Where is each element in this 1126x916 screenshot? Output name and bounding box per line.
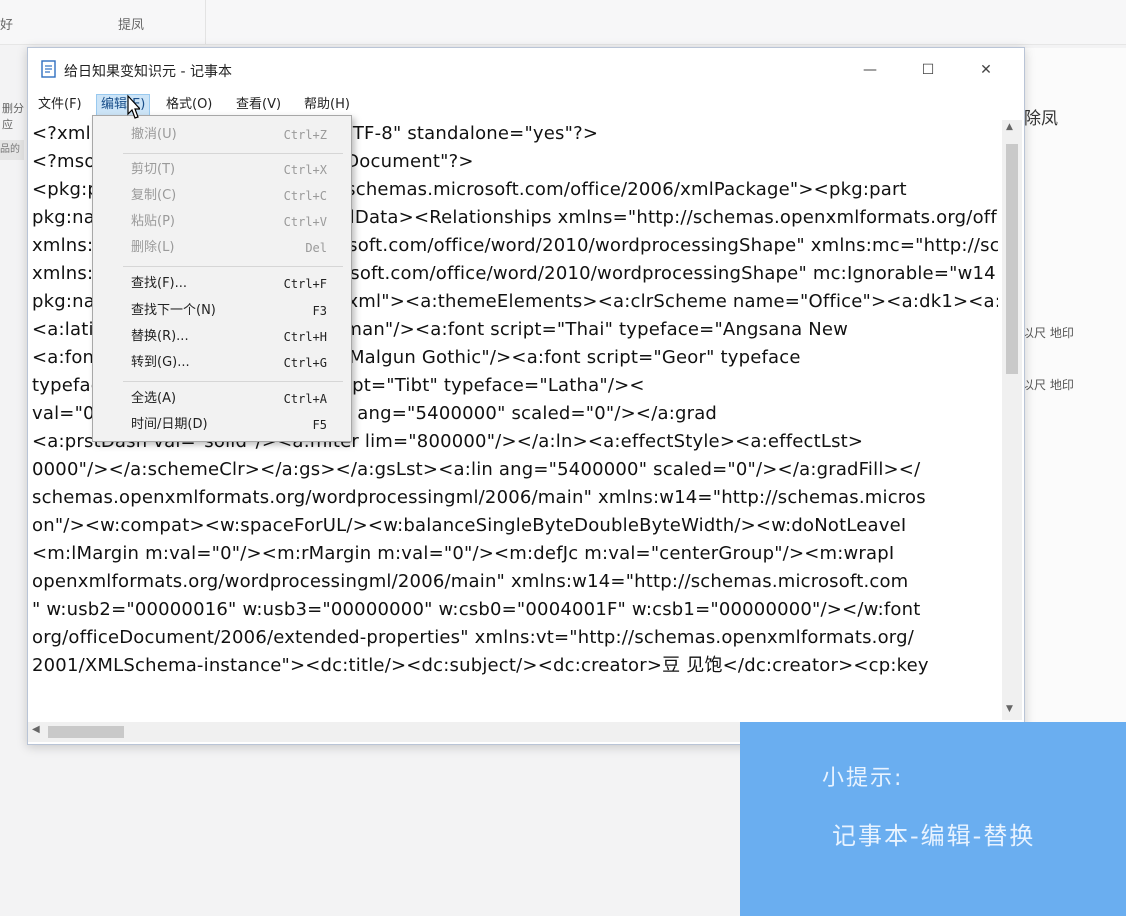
edit-menu-dropdown: 撤消(U) Ctrl+Z 剪切(T) Ctrl+X 复制(C) Ctrl+C 粘… bbox=[92, 115, 352, 442]
menu-item-label: 撤消(U) bbox=[131, 127, 177, 142]
vertical-scrollbar[interactable]: ▲ ▼ bbox=[1002, 120, 1022, 720]
horizontal-scroll-thumb[interactable] bbox=[48, 726, 124, 738]
menu-item-shortcut: Ctrl+C bbox=[283, 189, 327, 203]
editor-line: " w:usb2="00000016" w:usb3="00000000" w:… bbox=[32, 599, 921, 620]
menu-item-shortcut: Ctrl+A bbox=[283, 392, 327, 406]
scroll-up-arrow-icon[interactable]: ▲ bbox=[1006, 122, 1013, 132]
tip-caption-title: 小提示: bbox=[822, 766, 904, 791]
editor-line: <m:lMargin m:val="0"/><m:rMargin m:val="… bbox=[32, 543, 895, 564]
menu-view[interactable]: 查看(V) bbox=[232, 94, 285, 116]
menu-item-shortcut: Ctrl+V bbox=[283, 215, 327, 229]
menu-item-label: 时间/日期(D) bbox=[131, 417, 208, 432]
menu-item-find-next[interactable]: 查找下一个(N) F3 bbox=[93, 298, 351, 324]
close-button[interactable]: ✕ bbox=[966, 58, 1006, 82]
menu-item-time-date[interactable]: 时间/日期(D) F5 bbox=[93, 412, 351, 438]
menu-help[interactable]: 帮助(H) bbox=[300, 94, 354, 116]
background-right-item[interactable]: 以尺 地印 bbox=[1022, 376, 1074, 393]
background-right-item[interactable]: 以尺 地印 bbox=[1022, 324, 1074, 341]
menu-item-shortcut: Ctrl+H bbox=[283, 330, 327, 344]
minimize-button[interactable]: — bbox=[850, 58, 890, 82]
editor-line: schemas.openxmlformats.org/wordprocessin… bbox=[32, 487, 926, 508]
menu-item-label: 转到(G)... bbox=[131, 355, 190, 370]
editor-line: openxmlformats.org/wordprocessingml/2006… bbox=[32, 571, 909, 592]
vertical-scroll-thumb[interactable] bbox=[1006, 144, 1018, 374]
menu-item-label: 查找(F)... bbox=[131, 276, 188, 291]
menu-item-shortcut: F3 bbox=[312, 304, 327, 318]
tip-caption-box: 小提示: 记事本-编辑-替换 bbox=[740, 722, 1126, 916]
menu-item-select-all[interactable]: 全选(A) Ctrl+A bbox=[93, 386, 351, 412]
menu-item-undo[interactable]: 撤消(U) Ctrl+Z bbox=[93, 122, 351, 148]
background-tab[interactable]: 好 bbox=[0, 14, 13, 33]
menu-separator bbox=[123, 381, 343, 382]
background-left-item[interactable]: 删分 bbox=[2, 100, 24, 116]
editor-line: 2001/XMLSchema-instance"><dc:title/><dc:… bbox=[32, 655, 929, 676]
editor-line: 0000"/></a:schemeClr></a:gs></a:gsLst><a… bbox=[32, 459, 921, 480]
menu-separator bbox=[123, 266, 343, 267]
menu-separator bbox=[123, 153, 343, 154]
menu-item-find[interactable]: 查找(F)... Ctrl+F bbox=[93, 271, 351, 297]
divider bbox=[205, 0, 206, 44]
background-right-title: 除凤 bbox=[1024, 109, 1058, 129]
scroll-down-arrow-icon[interactable]: ▼ bbox=[1006, 704, 1013, 714]
menu-item-shortcut: Ctrl+G bbox=[283, 356, 327, 370]
menu-file[interactable]: 文件(F) bbox=[34, 94, 86, 116]
background-left-selected[interactable]: 品的 bbox=[0, 140, 24, 160]
menu-item-shortcut: Del bbox=[305, 241, 327, 255]
menu-item-paste[interactable]: 粘贴(P) Ctrl+V bbox=[93, 209, 351, 235]
menu-item-label: 剪切(T) bbox=[131, 162, 176, 177]
notepad-app-icon bbox=[41, 60, 56, 78]
menu-item-label: 全选(A) bbox=[131, 391, 177, 406]
menu-item-label: 粘贴(P) bbox=[131, 214, 175, 229]
mouse-cursor-icon bbox=[127, 94, 140, 119]
menu-format[interactable]: 格式(O) bbox=[162, 94, 216, 116]
menu-item-shortcut: Ctrl+F bbox=[283, 277, 327, 291]
background-left-item[interactable]: 应 bbox=[2, 116, 13, 132]
menu-item-goto[interactable]: 转到(G)... Ctrl+G bbox=[93, 350, 351, 376]
menu-item-label: 删除(L) bbox=[131, 240, 175, 255]
menu-item-replace[interactable]: 替换(R)... Ctrl+H bbox=[93, 324, 351, 350]
menu-item-shortcut: F5 bbox=[312, 418, 327, 432]
window-title: 给日知果变知识元 - 记事本 bbox=[64, 64, 232, 80]
menu-item-label: 查找下一个(N) bbox=[131, 303, 216, 318]
scroll-left-arrow-icon[interactable]: ◀ bbox=[32, 724, 40, 735]
tip-caption-text: 记事本-编辑-替换 bbox=[832, 822, 1036, 850]
menu-item-shortcut: Ctrl+X bbox=[283, 163, 327, 177]
editor-line: org/officeDocument/2006/extended-propert… bbox=[32, 627, 914, 648]
title-bar[interactable]: 给日知果变知识元 - 记事本 — ☐ ✕ bbox=[28, 48, 1024, 92]
menu-item-shortcut: Ctrl+Z bbox=[283, 128, 327, 142]
background-tab[interactable]: 提凤 bbox=[118, 14, 144, 33]
background-toolbar: 好 提凤 bbox=[0, 0, 1126, 45]
menu-item-cut[interactable]: 剪切(T) Ctrl+X bbox=[93, 157, 351, 183]
menu-item-label: 替换(R)... bbox=[131, 329, 189, 344]
maximize-button[interactable]: ☐ bbox=[908, 58, 948, 82]
menu-item-label: 复制(C) bbox=[131, 188, 177, 203]
menu-item-delete[interactable]: 删除(L) Del bbox=[93, 235, 351, 261]
editor-line: on"/><w:compat><w:spaceForUL/><w:balance… bbox=[32, 515, 907, 536]
menu-item-copy[interactable]: 复制(C) Ctrl+C bbox=[93, 183, 351, 209]
